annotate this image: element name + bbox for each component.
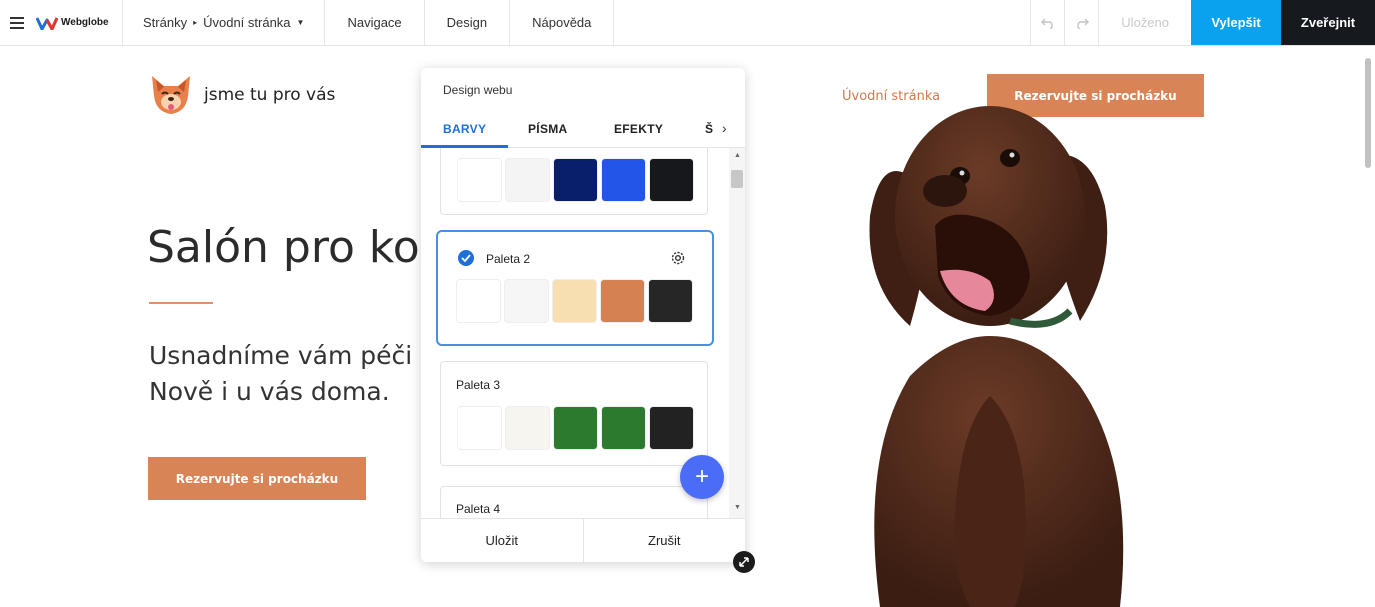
- hero-title: Salón pro ko: [147, 222, 420, 273]
- scroll-down-arrow-icon[interactable]: ▼: [734, 504, 741, 511]
- webglobe-logo-icon: [36, 16, 58, 30]
- menu-navigace[interactable]: Navigace: [324, 0, 423, 45]
- publish-button[interactable]: Zveřejnit: [1281, 0, 1375, 45]
- color-swatch: [553, 158, 598, 202]
- menu-napoveda[interactable]: Nápověda: [509, 0, 615, 45]
- palette-name: Paleta 3: [456, 378, 501, 392]
- add-palette-button[interactable]: +: [680, 455, 724, 499]
- page-scrollbar[interactable]: [1363, 46, 1373, 607]
- puppy-image: [869, 106, 1124, 607]
- page-scrollbar-thumb[interactable]: [1365, 58, 1371, 168]
- palette-name: Paleta 2: [486, 252, 531, 266]
- palette-swatches: [457, 406, 694, 450]
- color-swatch: [505, 158, 550, 202]
- palette-swatches: [457, 158, 694, 202]
- palette-swatches: [456, 279, 693, 323]
- tab-barvy[interactable]: BARVY: [443, 122, 486, 136]
- pages-dropdown[interactable]: Stránky ▸ Úvodní stránka ▼: [122, 0, 324, 45]
- color-swatch: [504, 279, 549, 323]
- palette-card[interactable]: [440, 148, 708, 215]
- palette-name: Paleta 4: [456, 502, 501, 516]
- palette-card[interactable]: Paleta 4: [440, 486, 708, 518]
- breadcrumb-arrow-icon: ▸: [193, 18, 198, 27]
- gear-icon[interactable]: [669, 249, 687, 267]
- design-panel: Design webu BARVY PÍSMA EFEKTY Š › Palet…: [421, 68, 745, 562]
- color-swatch: [457, 406, 502, 450]
- color-swatch: [649, 406, 694, 450]
- hero-subtitle: Usnadníme vám péči Nově i u vás doma.: [149, 338, 412, 410]
- color-swatch: [600, 279, 645, 323]
- scroll-up-arrow-icon[interactable]: ▲: [734, 152, 741, 159]
- color-swatch: [648, 279, 693, 323]
- palette-card[interactable]: Paleta 3: [440, 361, 708, 466]
- color-swatch: [505, 406, 550, 450]
- tab-more[interactable]: Š: [705, 122, 713, 136]
- resize-handle-icon[interactable]: [733, 551, 755, 573]
- panel-scrollbar-thumb[interactable]: [731, 170, 743, 188]
- panel-footer: Uložit Zrušit: [421, 518, 745, 562]
- tab-efekty[interactable]: EFEKTY: [614, 122, 663, 136]
- hero-subtitle-line2: Nově i u vás doma.: [149, 377, 390, 406]
- pages-label: Stránky: [143, 15, 188, 30]
- save-button[interactable]: Uložit: [421, 519, 583, 562]
- menu-design[interactable]: Design: [423, 0, 509, 45]
- color-swatch: [601, 406, 646, 450]
- undo-icon[interactable]: [1030, 0, 1064, 45]
- logo-text: Webglobe: [61, 17, 109, 28]
- dog-logo-icon: [152, 76, 190, 114]
- current-page-label: Úvodní stránka: [203, 15, 291, 30]
- cancel-button[interactable]: Zrušit: [582, 519, 745, 562]
- color-swatch: [601, 158, 646, 202]
- tab-pisma[interactable]: PÍSMA: [528, 122, 568, 136]
- hero-subtitle-line1: Usnadníme vám péči: [149, 341, 413, 370]
- site-brand[interactable]: jsme tu pro vás: [148, 74, 335, 116]
- color-swatch: [649, 158, 694, 202]
- palette-card-selected[interactable]: Paleta 2: [436, 230, 714, 346]
- tabs-next-arrow-icon[interactable]: ›: [722, 120, 727, 136]
- hero-cta-button[interactable]: Rezervujte si procházku: [148, 457, 366, 500]
- editor-toolbar: Webglobe Stránky ▸ Úvodní stránka ▼ Navi…: [0, 0, 1375, 46]
- chevron-down-icon: ▼: [296, 18, 305, 27]
- color-swatch: [457, 158, 502, 202]
- panel-title: Design webu: [443, 83, 513, 97]
- color-swatch: [552, 279, 597, 323]
- check-icon: [458, 250, 474, 266]
- color-swatch: [456, 279, 501, 323]
- panel-scrollbar[interactable]: ▲ ▼: [729, 148, 745, 518]
- redo-icon[interactable]: [1064, 0, 1098, 45]
- improve-button[interactable]: Vylepšit: [1191, 0, 1281, 45]
- hero-divider: [149, 302, 213, 304]
- brand-text: jsme tu pro vás: [204, 85, 336, 105]
- color-swatch: [553, 406, 598, 450]
- webglobe-logo[interactable]: Webglobe: [34, 0, 122, 45]
- saved-status: Uloženo: [1098, 0, 1191, 45]
- plus-icon: +: [694, 463, 709, 490]
- hamburger-menu-icon[interactable]: [0, 0, 34, 45]
- panel-tabs: BARVY PÍSMA EFEKTY Š ›: [421, 110, 745, 148]
